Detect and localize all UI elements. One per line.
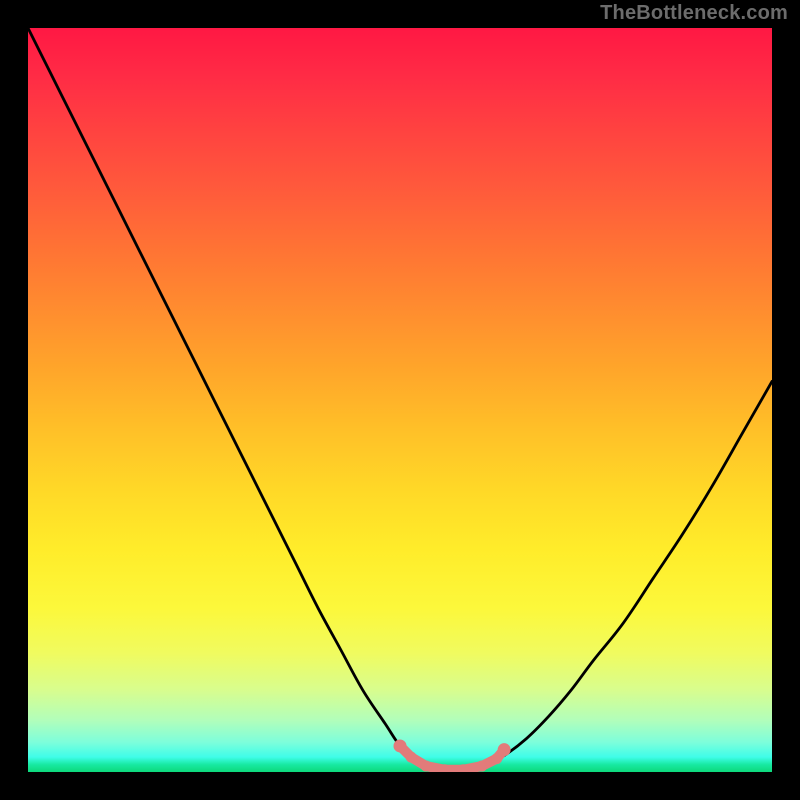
watermark-text: TheBottleneck.com bbox=[600, 2, 788, 25]
trough-marker bbox=[421, 761, 432, 772]
bottleneck-curve bbox=[28, 28, 772, 772]
trough-marker bbox=[476, 761, 487, 772]
trough-marker bbox=[394, 739, 407, 752]
chart-frame: TheBottleneck.com bbox=[0, 0, 800, 800]
trough-markers bbox=[394, 739, 511, 772]
plot-area bbox=[28, 28, 772, 772]
trough-marker bbox=[498, 743, 511, 756]
curve-path bbox=[28, 28, 772, 770]
trough-marker bbox=[406, 752, 417, 763]
